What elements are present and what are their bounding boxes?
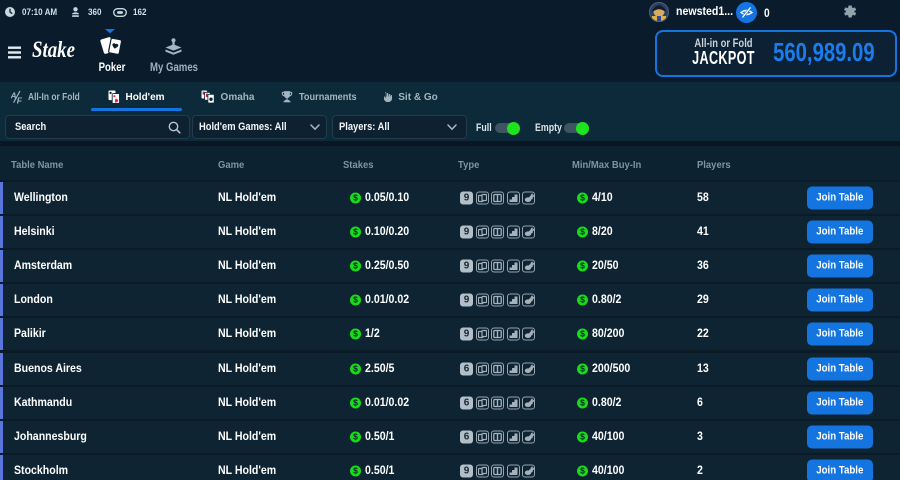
svg-text:F: F <box>16 96 22 105</box>
